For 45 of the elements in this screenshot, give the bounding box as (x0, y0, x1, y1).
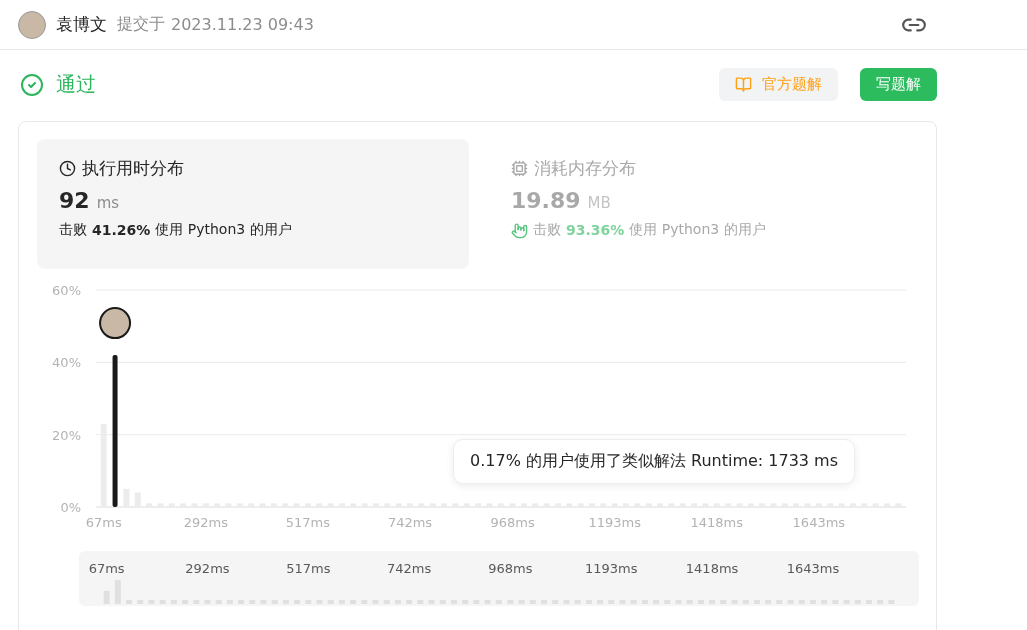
stat-title: 执行用时分布 (82, 157, 184, 180)
axis-label: 0% (60, 500, 81, 515)
axis-label: 60% (52, 283, 81, 298)
stat-value: 19.89 (511, 188, 581, 213)
axis-label: 742ms (387, 515, 433, 529)
axis-label: 1643ms (786, 561, 840, 576)
axis-label: 20% (52, 427, 81, 443)
axis-label: 1418ms (690, 515, 744, 529)
avatar-marker (99, 307, 132, 340)
axis-label: 1643ms (792, 515, 846, 529)
beat-percent: 93.36% (566, 222, 625, 238)
stat-unit: ms (96, 194, 120, 212)
user-avatar[interactable] (18, 10, 46, 39)
axis-label: 1193ms (588, 515, 641, 529)
axis-label: 517ms (285, 515, 331, 529)
beat-percent: 41.26% (92, 222, 151, 238)
axis-label: 292ms (183, 515, 228, 529)
axis-label: 1193ms (585, 561, 638, 576)
axis-label: 968ms (490, 515, 535, 529)
submitted-label: 提交于 (117, 14, 165, 35)
beat-description: 使用 Python3 的用户 (629, 221, 766, 239)
axis-label: 968ms (488, 561, 533, 576)
chip-icon (511, 160, 528, 177)
book-icon (735, 76, 752, 93)
axis-label: 67ms (88, 561, 125, 576)
axis-label: 742ms (387, 561, 432, 576)
axis-label: 67ms (85, 515, 122, 529)
clock-icon (59, 160, 76, 177)
stat-value: 92 (59, 188, 90, 213)
status-text: 通过 (56, 71, 96, 98)
stat-card[interactable]: 执行用时分布 92 ms 击败 41.26% 使用 Python3 的用户 (37, 139, 469, 269)
axis-label: 1418ms (685, 561, 739, 576)
user-name[interactable]: 袁博文 (56, 13, 107, 36)
stat-unit: MB (587, 194, 611, 212)
submitted-time: 2023.11.23 09:43 (171, 15, 314, 34)
beat-description: 使用 Python3 的用户 (155, 221, 292, 239)
stat-title: 消耗内存分布 (534, 157, 636, 180)
axis-label: 40% (52, 355, 81, 371)
hand-icon (511, 221, 528, 239)
axis-label: 292ms (185, 561, 230, 576)
chart-tooltip: 0.17% 的用户使用了类似解法 Runtime: 1733 ms (453, 439, 856, 484)
beat-label: 击败 (533, 221, 561, 239)
range-brush[interactable]: 67ms 292ms 517ms 742ms 968ms 1193ms 1418ms 1643ms (79, 551, 919, 606)
axis-label: 517ms (286, 561, 331, 576)
beat-label: 击败 (59, 221, 87, 239)
